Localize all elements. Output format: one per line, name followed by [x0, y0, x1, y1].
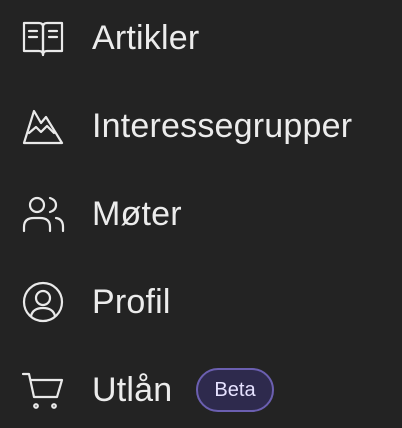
menu-item-label: Interessegrupper: [92, 107, 353, 145]
menu-item-label: Møter: [92, 195, 182, 233]
book-open-icon: [20, 15, 66, 61]
menu-item-artikler[interactable]: Artikler: [0, 8, 230, 68]
menu-item-label: Utlån: [92, 371, 173, 409]
shopping-cart-icon: [20, 367, 66, 413]
beta-badge: Beta: [196, 368, 274, 412]
user-circle-icon: [20, 279, 66, 325]
menu-item-utlan[interactable]: Utlån Beta: [0, 360, 280, 420]
menu-item-interessegrupper[interactable]: Interessegrupper: [0, 96, 395, 156]
menu-item-profil[interactable]: Profil: [0, 272, 190, 332]
mountain-icon: [20, 103, 66, 149]
users-icon: [20, 191, 66, 237]
menu-item-label: Profil: [92, 283, 171, 321]
navigation-menu: Artikler Interessegrupper Møter Profil U…: [0, 0, 402, 428]
menu-item-moter[interactable]: Møter: [0, 184, 200, 244]
menu-item-label: Artikler: [92, 19, 200, 57]
